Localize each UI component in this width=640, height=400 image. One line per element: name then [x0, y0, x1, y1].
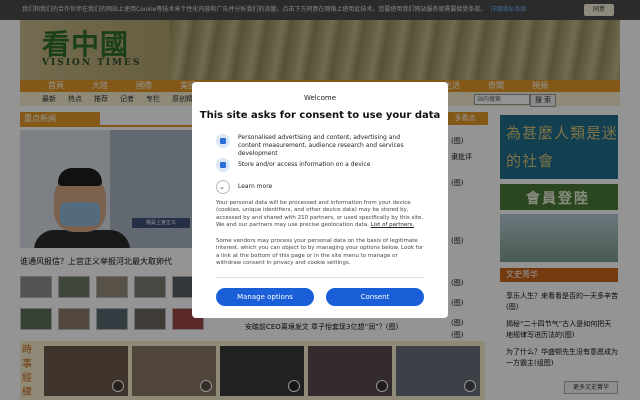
consent-button[interactable]: Consent	[326, 288, 424, 306]
consent-divider	[216, 277, 424, 278]
consent-paragraph-interest: Some vendors may process your personal d…	[216, 238, 424, 267]
partners-list-link[interactable]: List of partners.	[371, 222, 414, 228]
consent-title: This site asks for consent to use your d…	[199, 110, 441, 121]
device-icon	[216, 158, 230, 172]
consent-purpose-ads-label: Personalised advertising and content, ad…	[238, 134, 404, 157]
consent-purpose-device: Store and/or access information on a dev…	[216, 158, 424, 172]
learn-more-toggle[interactable]: ⌄ Learn more	[216, 180, 424, 194]
consent-purpose-device-label: Store and/or access information on a dev…	[238, 161, 371, 168]
chevron-down-icon: ⌄	[216, 180, 230, 194]
people-icon	[216, 134, 230, 148]
consent-welcome: Welcome	[303, 94, 337, 102]
learn-more-label: Learn more	[238, 183, 273, 190]
consent-paragraph-data: Your personal data will be processed and…	[216, 200, 424, 230]
consent-purpose-ads: Personalised advertising and content, ad…	[216, 134, 424, 157]
manage-options-button[interactable]: Manage options	[216, 288, 314, 306]
consent-dialog: Welcome This site asks for consent to us…	[192, 82, 448, 318]
